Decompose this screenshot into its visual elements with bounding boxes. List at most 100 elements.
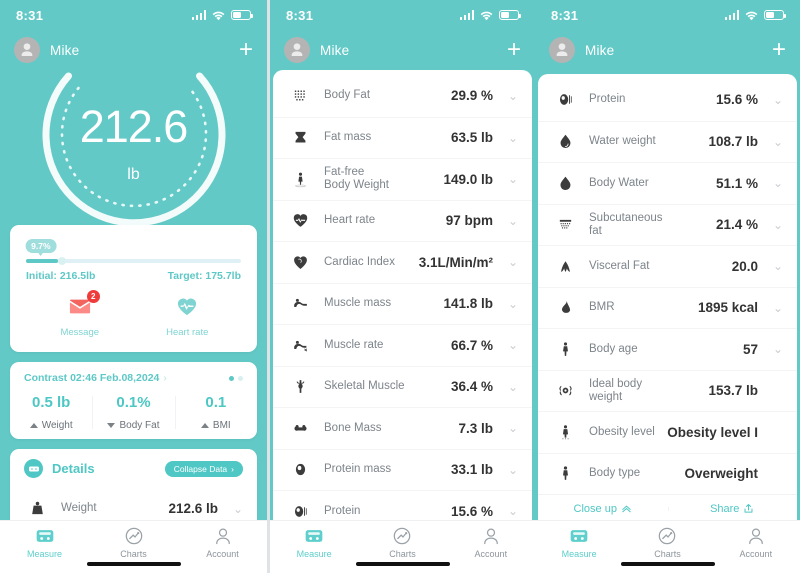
tab-measure-label: Measure — [296, 549, 332, 559]
row-value: 1895 kcal — [697, 300, 758, 316]
chevron-down-icon[interactable]: ⌄ — [502, 214, 518, 228]
table-row[interactable]: Body type Overweight ⌄ — [538, 452, 797, 495]
chevron-down-icon[interactable]: ⌄ — [767, 301, 783, 315]
row-label: Ideal body weight — [589, 377, 643, 403]
table-row[interactable]: Body age 57 ⌄ — [538, 328, 797, 370]
phone-screen-measure-overview: 8:31 Mike + 212.6 lb 9.7% Initial: 216.5… — [0, 0, 267, 573]
home-indicator — [355, 562, 450, 566]
tab-charts[interactable]: Charts — [623, 526, 711, 559]
arrow-down-icon — [107, 423, 116, 428]
tab-charts[interactable]: Charts — [89, 526, 178, 559]
contrast-bmi-value: 0.1 — [205, 394, 227, 411]
table-row[interactable]: Muscle mass 141.8 lb ⌄ — [273, 282, 532, 325]
add-button[interactable]: + — [239, 38, 253, 62]
person-icon — [215, 528, 230, 545]
table-row[interactable]: Fat mass 63.5 lb ⌄ — [273, 116, 532, 159]
tab-measure[interactable]: Measure — [0, 526, 89, 559]
add-button[interactable]: + — [507, 38, 521, 62]
contrast-col-body-fat: 0.1% Body Fat — [92, 394, 174, 431]
tab-measure[interactable]: Measure — [270, 526, 358, 559]
heart-rate-glyph — [176, 296, 198, 321]
row-label: Muscle mass — [324, 297, 392, 310]
battery-icon — [499, 10, 521, 20]
table-row[interactable]: Protein 15.6 % ⌄ — [538, 79, 797, 121]
table-row[interactable]: Body Fat 29.9 % ⌄ — [273, 75, 532, 117]
heart-rate-icon — [289, 212, 311, 229]
table-row[interactable]: Protein mass 33.1 lb ⌄ — [273, 448, 532, 491]
phone-screen-metrics-list-1: 8:31 Mike + Body Fat 29.9 % ⌄ Fat mass 6… — [270, 0, 535, 573]
table-row[interactable]: Cardiac Index 3.1L/Min/m² ⌄ — [273, 241, 532, 283]
home-indicator — [86, 562, 181, 566]
row-label: Muscle rate — [324, 338, 384, 351]
table-row[interactable]: Body Water 51.1 % ⌄ — [538, 162, 797, 204]
chevron-down-icon[interactable]: ⌄ — [767, 342, 783, 356]
chevron-down-icon[interactable]: ⌄ — [767, 135, 783, 149]
table-row[interactable]: Subcutaneous fat 21.4 % ⌄ — [538, 203, 797, 246]
avatar[interactable] — [284, 37, 310, 63]
chevron-down-icon[interactable]: ⌄ — [767, 218, 783, 232]
chevron-down-icon[interactable]: ⌄ — [502, 297, 518, 311]
table-row[interactable]: Bone Mass 7.3 lb ⌄ — [273, 407, 532, 449]
table-row[interactable]: Skeletal Muscle 36.4 % ⌄ — [273, 365, 532, 408]
row-label: Body Water — [589, 176, 649, 189]
wifi-icon — [480, 11, 493, 20]
table-row[interactable]: Muscle rate 66.7 % ⌄ — [273, 324, 532, 366]
progress-knob[interactable] — [58, 257, 67, 265]
progress-track[interactable] — [26, 257, 241, 265]
row-value: 108.7 lb — [708, 134, 758, 150]
share-button[interactable]: Share — [667, 503, 798, 515]
row-value: 33.1 lb — [450, 462, 493, 478]
close-up-button[interactable]: Close up — [538, 503, 668, 515]
wifi-icon — [212, 11, 225, 20]
tab-account[interactable]: Account — [178, 526, 267, 559]
collapse-data-button[interactable]: Collapse Data › — [164, 460, 243, 477]
carousel-dots[interactable] — [229, 375, 243, 381]
status-time: 8:31 — [286, 7, 314, 23]
table-row[interactable]: Fat-free Body Weight 149.0 lb ⌄ — [273, 158, 532, 200]
chevron-down-icon[interactable]: ⌄ — [502, 504, 518, 518]
table-row[interactable]: Visceral Fat 20.0 ⌄ — [538, 245, 797, 287]
chart-icon — [659, 527, 676, 545]
chevron-down-icon[interactable]: ⌄ — [502, 463, 518, 477]
add-button[interactable]: + — [772, 38, 786, 62]
table-row[interactable]: Ideal body weight 153.7 lb ⌄ — [538, 369, 797, 412]
chart-icon — [125, 527, 142, 545]
shortcut-heart-rate[interactable]: Heart rate — [134, 296, 242, 338]
chevron-down-icon[interactable]: ⌄ — [767, 176, 783, 190]
chevron-down-icon[interactable]: ⌄ — [227, 502, 243, 516]
table-row[interactable]: Heart rate 97 bpm ⌄ — [273, 199, 532, 242]
tab-account[interactable]: Account — [447, 526, 535, 559]
cellular-signal-icon — [724, 10, 739, 20]
chevron-down-icon[interactable]: ⌄ — [502, 338, 518, 352]
avatar[interactable] — [549, 37, 575, 63]
chevron-down-icon[interactable]: ⌄ — [502, 172, 518, 186]
chevron-down-icon[interactable]: ⌄ — [767, 93, 783, 107]
body-water-icon — [554, 175, 576, 192]
chevron-down-icon[interactable]: ⌄ — [767, 259, 783, 273]
dot-inactive — [238, 375, 243, 381]
chevron-down-icon[interactable]: ⌄ — [502, 255, 518, 269]
row-value: 20.0 — [731, 258, 758, 274]
row-value: 212.6 lb — [168, 501, 218, 517]
protein-icon — [289, 503, 311, 520]
chevron-right-icon: › — [163, 372, 167, 384]
contrast-header[interactable]: Contrast 02:46 Feb.08,2024 › — [10, 372, 257, 384]
chevron-down-icon[interactable]: ⌄ — [502, 131, 518, 145]
weight-value: 212.6 — [79, 100, 189, 152]
chevron-down-icon[interactable]: ⌄ — [502, 421, 518, 435]
tab-charts[interactable]: Charts — [358, 526, 446, 559]
table-row[interactable]: BMR 1895 kcal ⌄ — [538, 286, 797, 329]
shortcut-message[interactable]: 2 Message — [26, 290, 134, 338]
row-label: Weight — [61, 502, 97, 515]
metrics-rows: Protein 15.6 % ⌄ Water weight 108.7 lb ⌄… — [538, 74, 797, 522]
muscle-rate-icon — [289, 337, 311, 354]
row-label: Body Fat — [324, 89, 371, 102]
tab-measure[interactable]: Measure — [535, 526, 623, 559]
table-row[interactable]: Obesity level Obesity level I ⌄ — [538, 411, 797, 453]
chevron-down-icon[interactable]: ⌄ — [502, 380, 518, 394]
chevron-down-icon[interactable]: ⌄ — [502, 89, 518, 103]
dot-active — [229, 375, 234, 381]
tab-account[interactable]: Account — [712, 526, 800, 559]
table-row[interactable]: Water weight 108.7 lb ⌄ — [538, 120, 797, 163]
cardiac-index-icon — [289, 254, 311, 271]
